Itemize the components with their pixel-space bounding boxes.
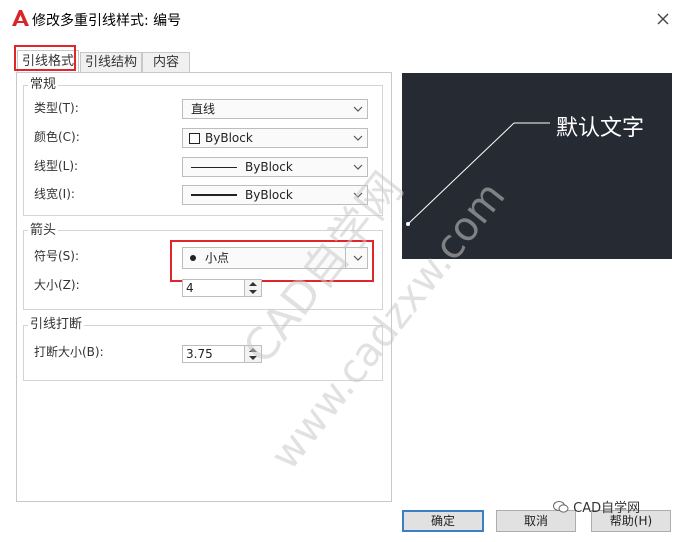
arrow-size-spinner[interactable]: 4 — [182, 279, 262, 297]
type-dropdown[interactable]: 直线 — [182, 99, 368, 119]
window-title: 修改多重引线样式: 编号 — [32, 13, 182, 29]
linetype-label: 线型(L): — [34, 159, 79, 173]
linetype-sample — [191, 167, 237, 168]
break-size-value: 3.75 — [186, 347, 213, 361]
color-swatch — [189, 133, 200, 144]
lineweight-label: 线宽(I): — [34, 187, 75, 201]
wechat-icon — [553, 501, 569, 513]
type-value: 直线 — [191, 102, 216, 116]
leader-break-group-title: 引线打断 — [28, 317, 85, 333]
color-dropdown[interactable]: ByBlock — [182, 128, 368, 148]
color-value: ByBlock — [205, 131, 253, 145]
ok-button[interactable]: 确定 — [402, 510, 484, 532]
chevron-down-icon — [353, 106, 363, 112]
tab-leader-structure[interactable]: 引线结构 — [80, 52, 142, 72]
general-group-title: 常规 — [28, 77, 59, 93]
arrowhead-group-title: 箭头 — [28, 223, 59, 239]
autocad-logo-icon — [12, 10, 29, 26]
linetype-dropdown[interactable]: ByBlock — [182, 157, 368, 177]
tab-content[interactable]: 内容 — [142, 52, 190, 72]
color-label: 颜色(C): — [34, 130, 80, 144]
lineweight-value: ByBlock — [245, 188, 293, 202]
lineweight-sample — [191, 194, 237, 196]
symbol-label: 符号(S): — [34, 249, 80, 263]
break-size-label: 打断大小(B): — [34, 345, 104, 359]
linetype-value: ByBlock — [245, 160, 293, 174]
corner-watermark: CAD自学网 — [553, 497, 640, 516]
spin-up-icon[interactable] — [248, 281, 258, 287]
type-label: 类型(T): — [34, 101, 79, 115]
corner-watermark-text: CAD自学网 — [573, 501, 641, 516]
arrow-size-value: 4 — [186, 281, 194, 295]
chevron-down-icon — [353, 135, 363, 141]
size-label: 大小(Z): — [34, 278, 80, 292]
close-icon[interactable] — [652, 8, 674, 30]
tab-highlight-box — [14, 45, 76, 71]
preview-default-text: 默认文字 — [556, 116, 645, 141]
